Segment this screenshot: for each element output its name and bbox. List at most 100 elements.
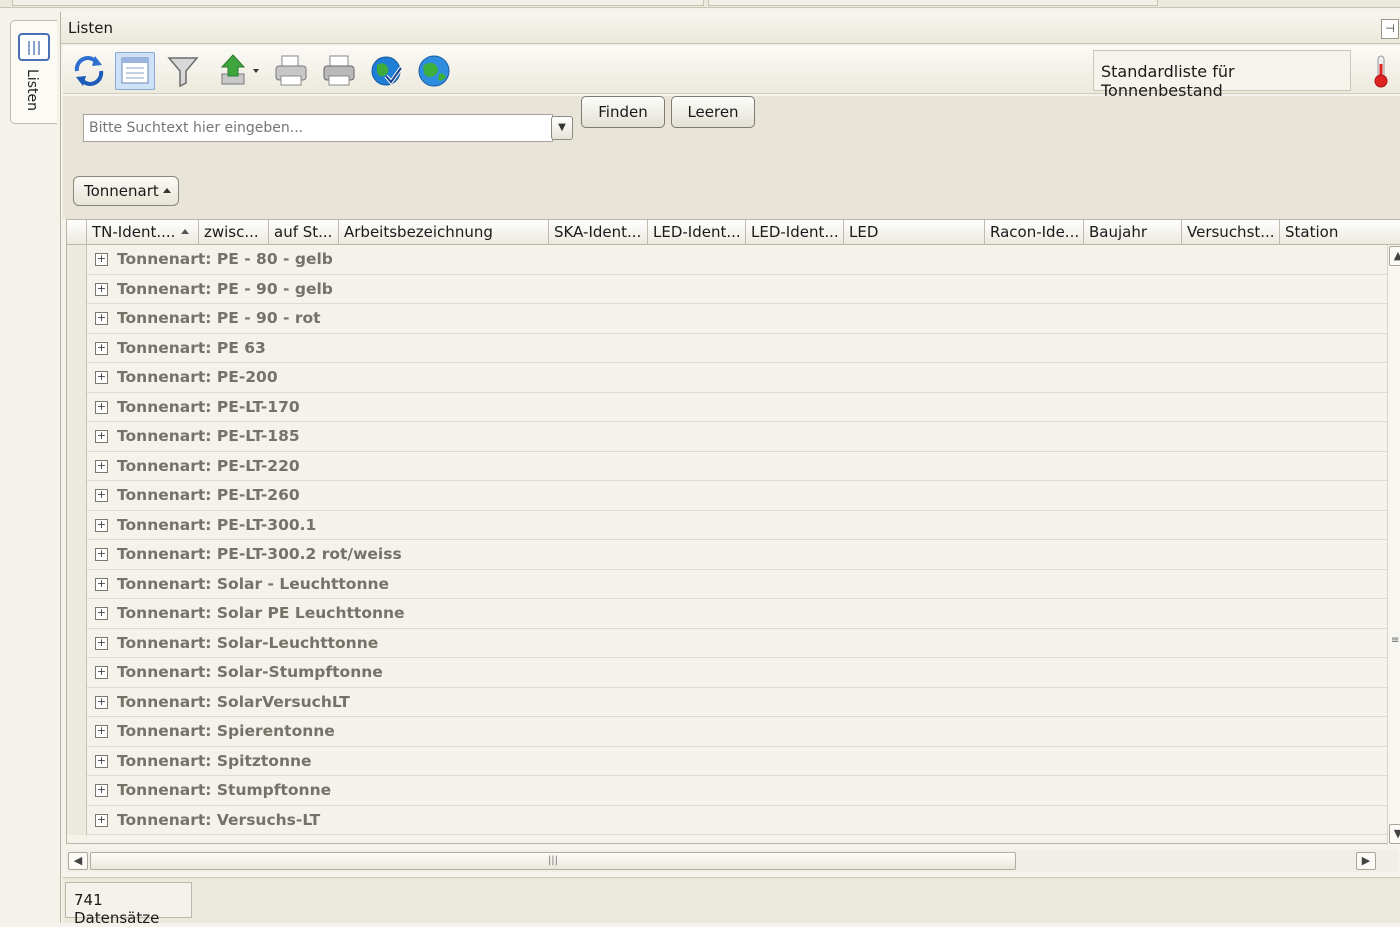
scroll-grip-icon[interactable]: ≡ [1391, 635, 1399, 646]
group-row[interactable]: + Tonnenart: PE-200 [87, 363, 1387, 393]
horizontal-scroll-thumb[interactable]: ||| [90, 852, 1016, 870]
group-row[interactable]: + Tonnenart: PE-LT-300.2 rot/weiss [87, 540, 1387, 570]
top-strip [0, 0, 1400, 8]
expand-icon[interactable]: + [95, 754, 108, 768]
group-row-label: Tonnenart: PE - 80 - gelb [117, 250, 333, 268]
group-row[interactable]: + Tonnenart: PE-LT-185 [87, 422, 1387, 452]
filter-icon[interactable] [163, 52, 203, 90]
expand-icon[interactable]: + [95, 312, 108, 325]
search-input[interactable] [83, 114, 553, 142]
group-row-label: Tonnenart: PE-LT-185 [117, 427, 300, 445]
pin-icon[interactable]: ⊣ [1381, 19, 1399, 39]
expand-icon[interactable]: + [95, 282, 108, 296]
column-header[interactable]: SKA-Ident... [549, 220, 648, 245]
column-header[interactable]: Station [1280, 220, 1400, 245]
scroll-down-icon[interactable]: ▼ [1389, 824, 1400, 844]
expand-icon[interactable]: + [95, 636, 108, 650]
group-row[interactable]: + Tonnenart: Solar-Stumpftonne [87, 658, 1387, 688]
group-row-label: Tonnenart: PE-LT-260 [117, 486, 300, 504]
group-row-label: Tonnenart: PE - 90 - gelb [117, 279, 333, 298]
expand-icon[interactable]: + [95, 666, 108, 679]
sort-up-icon [181, 229, 190, 234]
print-icon[interactable] [319, 52, 359, 90]
scroll-left-icon[interactable]: ◀ [68, 852, 88, 870]
side-tab-listen[interactable]: Listen [10, 20, 57, 124]
group-row[interactable]: + Tonnenart: Versuchs-LT [87, 806, 1387, 835]
group-row[interactable]: + Tonnenart: PE-LT-220 [87, 452, 1387, 481]
top-tab-segment [12, 0, 704, 6]
column-header[interactable]: Arbeitsbezeichnung [339, 220, 549, 245]
horizontal-scrollbar[interactable]: ◀ ||| ▶ [66, 850, 1398, 872]
expand-icon[interactable]: + [95, 489, 108, 502]
group-row[interactable]: + Tonnenart: Spitztonne [87, 747, 1387, 776]
list-panel-icon [18, 33, 50, 61]
list-view-icon[interactable] [115, 52, 155, 90]
find-button[interactable]: Finden [581, 96, 665, 128]
group-row-label: Tonnenart: Solar-Leuchttonne [117, 633, 379, 652]
clear-button[interactable]: Leeren [671, 96, 755, 128]
group-row[interactable]: + Tonnenart: Solar PE Leuchttonne [87, 599, 1387, 629]
scroll-right-icon[interactable]: ▶ [1356, 852, 1376, 870]
expand-icon[interactable]: + [95, 459, 108, 473]
group-row-label: Tonnenart: Solar PE Leuchttonne [117, 604, 405, 622]
toolbar: Standardliste für Tonnenbestand [63, 46, 1400, 100]
group-row[interactable]: + Tonnenart: PE - 80 - gelb [87, 245, 1387, 275]
chevron-down-icon[interactable]: ▼ [551, 116, 573, 140]
group-row[interactable]: + Tonnenart: Spierentonne [87, 717, 1387, 747]
expand-icon[interactable]: + [95, 253, 108, 266]
group-row-label: Tonnenart: Stumpftonne [117, 781, 332, 799]
column-header[interactable]: LED [844, 220, 985, 245]
group-row-label: Tonnenart: PE-LT-300.2 rot/weiss [117, 545, 402, 563]
expand-icon[interactable]: + [95, 371, 108, 384]
group-by-area: Tonnenart [63, 176, 1400, 219]
expand-icon[interactable]: + [95, 430, 108, 443]
header-select-cell [67, 220, 87, 245]
group-row-label: Tonnenart: Spitztonne [117, 751, 312, 770]
expand-icon[interactable]: + [95, 341, 108, 355]
web-check-icon[interactable] [367, 52, 407, 90]
group-row[interactable]: + Tonnenart: SolarVersuchLT [87, 688, 1387, 717]
group-row[interactable]: + Tonnenart: Stumpftonne [87, 776, 1387, 806]
group-row[interactable]: + Tonnenart: PE-LT-260 [87, 481, 1387, 511]
group-row[interactable]: + Tonnenart: PE-LT-300.1 [87, 511, 1387, 540]
group-row[interactable]: + Tonnenart: PE - 90 - rot [87, 304, 1387, 334]
expand-icon[interactable]: + [95, 695, 108, 709]
column-header[interactable]: Racon-Ide... [985, 220, 1084, 245]
column-header[interactable]: TN-Ident.... [87, 220, 199, 245]
expand-icon[interactable]: + [95, 518, 108, 532]
group-row-label: Tonnenart: Solar-Stumpftonne [117, 663, 383, 681]
grid-header: TN-Ident.... zwisc... auf St... Arbeitsb… [67, 220, 1400, 245]
globe-icon[interactable] [415, 52, 455, 90]
scroll-up-icon[interactable]: ▲ [1389, 246, 1400, 266]
group-row-label: Tonnenart: PE-LT-220 [117, 456, 300, 475]
column-header[interactable]: zwisc... [199, 220, 269, 245]
column-header[interactable]: Versuchst... [1182, 220, 1280, 245]
expand-icon[interactable]: + [95, 813, 108, 827]
group-row[interactable]: + Tonnenart: Solar-Leuchttonne [87, 629, 1387, 658]
export-icon[interactable] [213, 52, 265, 90]
group-row[interactable]: + Tonnenart: PE 63 [87, 334, 1387, 363]
column-header[interactable]: LED-Ident... [648, 220, 746, 245]
listen-panel: Listen ⊣ Standardliste für Tonnenbestand… [60, 12, 1400, 927]
refresh-icon[interactable] [69, 52, 109, 90]
group-row[interactable]: + Tonnenart: Solar - Leuchttonne [87, 570, 1387, 599]
group-row-label: Tonnenart: PE-LT-170 [117, 397, 300, 416]
column-header[interactable]: auf St... [269, 220, 339, 245]
column-header[interactable]: LED-Ident... [746, 220, 844, 245]
row-selector-column [67, 245, 87, 835]
group-row[interactable]: + Tonnenart: PE-LT-170 [87, 393, 1387, 422]
expand-icon[interactable]: + [95, 725, 108, 738]
vertical-scrollbar[interactable]: ▲ ≡ ▼ [1387, 245, 1400, 845]
expand-icon[interactable]: + [95, 400, 108, 414]
standard-list-selector[interactable]: Standardliste für Tonnenbestand [1093, 50, 1351, 100]
thermometer-icon[interactable] [1366, 52, 1396, 90]
expand-icon[interactable]: + [95, 548, 108, 561]
group-rows: + Tonnenart: PE - 80 - gelb + Tonnenart: PE… [87, 245, 1387, 835]
group-row[interactable]: + Tonnenart: PE - 90 - gelb [87, 275, 1387, 304]
group-chip-tonnenart[interactable]: Tonnenart [73, 176, 179, 206]
expand-icon[interactable]: + [95, 607, 108, 620]
column-header[interactable]: Baujahr [1084, 220, 1182, 245]
expand-icon[interactable]: + [95, 784, 108, 797]
print-preview-icon[interactable] [271, 52, 311, 90]
expand-icon[interactable]: + [95, 577, 108, 591]
